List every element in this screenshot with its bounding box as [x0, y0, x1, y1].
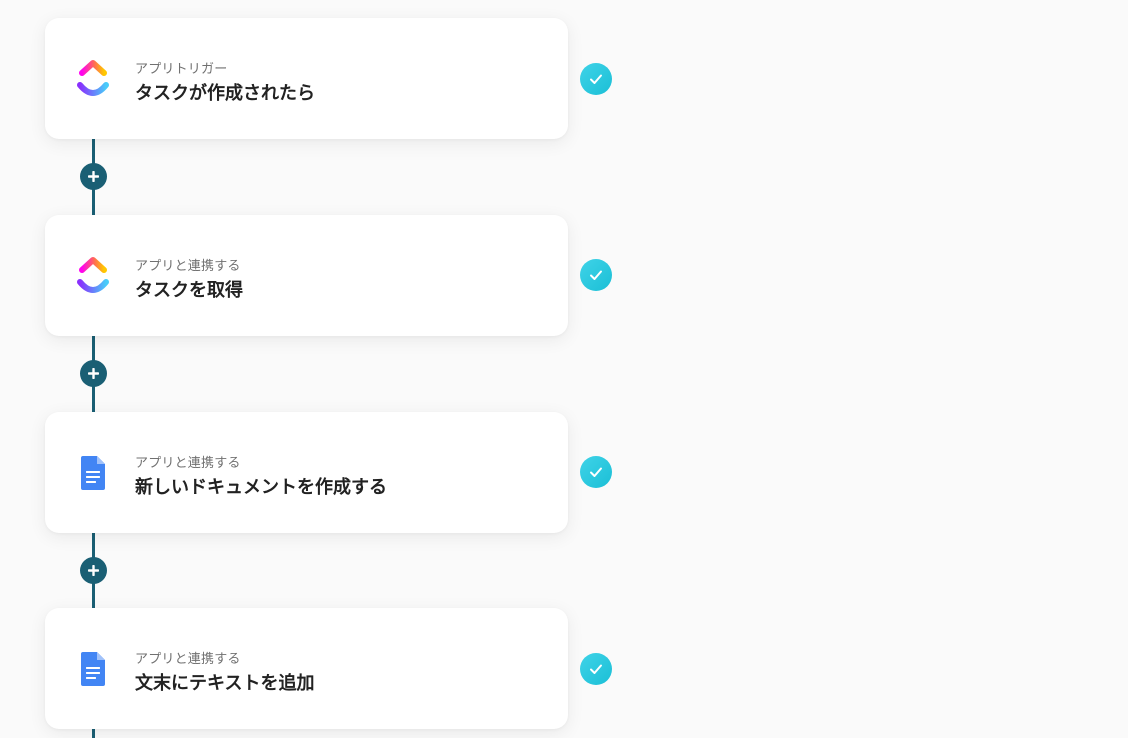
google-docs-icon	[75, 650, 111, 688]
add-step-button[interactable]	[80, 360, 107, 387]
step-card-append-text[interactable]: アプリと連携する 文末にテキストを追加	[45, 608, 568, 729]
step-title: タスクが作成されたら	[135, 83, 315, 104]
checkmark-icon	[580, 456, 612, 488]
google-docs-icon	[75, 454, 111, 492]
plus-icon	[88, 565, 99, 576]
step-card-get-task[interactable]: アプリと連携する タスクを取得	[45, 215, 568, 336]
checkmark-icon	[580, 259, 612, 291]
add-step-button[interactable]	[80, 557, 107, 584]
checkmark-icon	[580, 63, 612, 95]
plus-icon	[88, 368, 99, 379]
workflow-canvas: アプリトリガー タスクが作成されたら アプリと連携する タスクを取得 アプリと連…	[0, 0, 1128, 738]
checkmark-icon	[580, 653, 612, 685]
plus-icon	[88, 171, 99, 182]
step-card-trigger[interactable]: アプリトリガー タスクが作成されたら	[45, 18, 568, 139]
clickup-icon	[75, 60, 111, 98]
step-title: 文末にテキストを追加	[135, 673, 315, 694]
step-title: 新しいドキュメントを作成する	[135, 477, 387, 498]
step-kind-label: アプリと連携する	[135, 456, 241, 471]
step-kind-label: アプリと連携する	[135, 259, 241, 274]
step-title: タスクを取得	[135, 280, 243, 301]
step-card-create-document[interactable]: アプリと連携する 新しいドキュメントを作成する	[45, 412, 568, 533]
add-step-button[interactable]	[80, 163, 107, 190]
step-kind-label: アプリトリガー	[135, 62, 228, 77]
step-kind-label: アプリと連携する	[135, 652, 241, 667]
clickup-icon	[75, 257, 111, 295]
connector-line	[92, 728, 95, 738]
